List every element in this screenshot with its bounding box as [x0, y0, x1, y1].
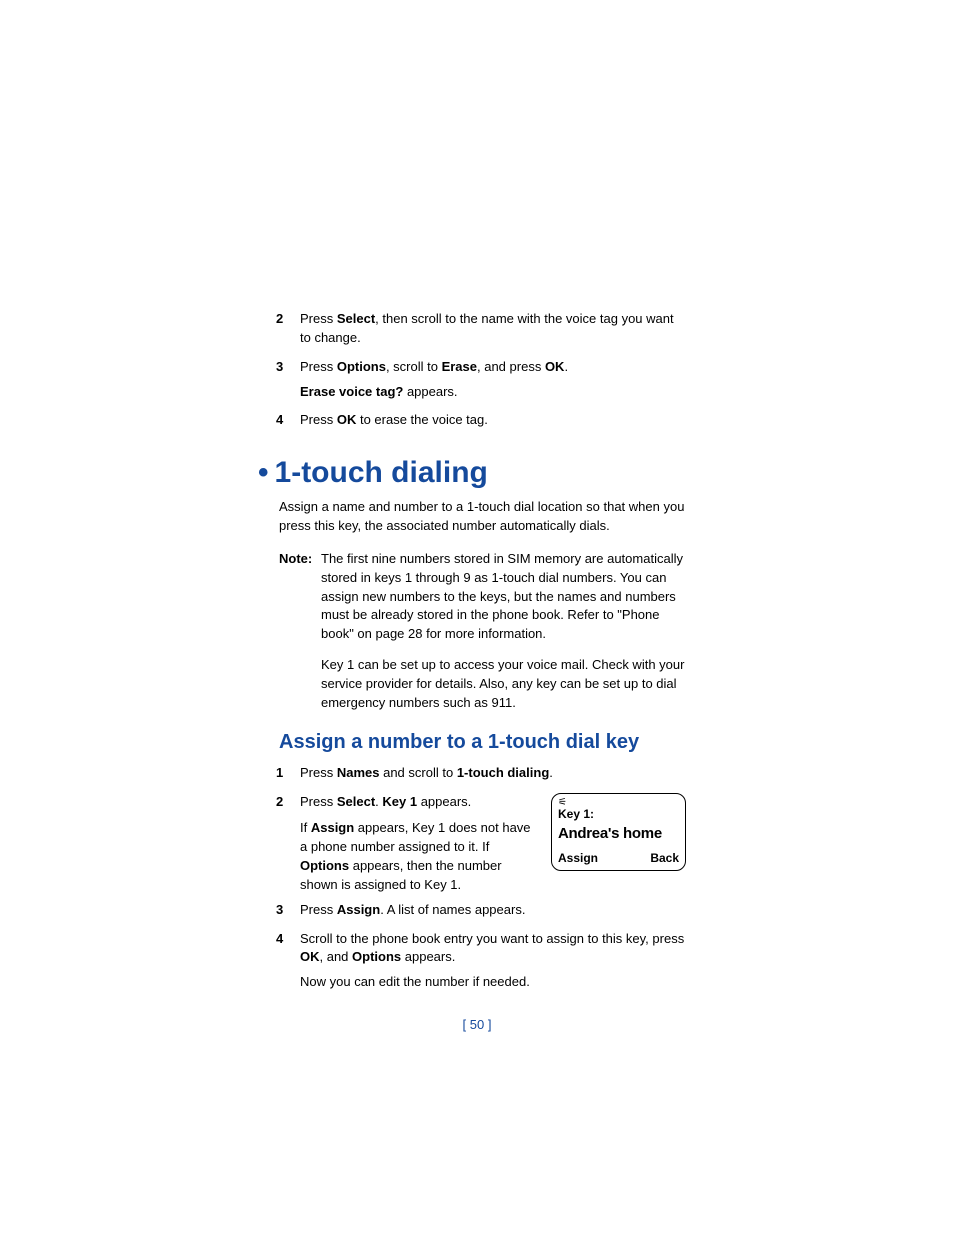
step-2-text: Press Select. Key 1 appears. If Assign a… — [300, 793, 539, 895]
assign-step-4: 4 Scroll to the phone book entry you wan… — [276, 930, 686, 968]
step-number: 2 — [276, 793, 300, 812]
bullet-icon: • — [258, 456, 269, 489]
assign-step-3: 3 Press Assign. A list of names appears. — [276, 901, 686, 920]
phone-softkeys: Assign Back — [558, 850, 679, 867]
softkey-right: Back — [650, 850, 679, 867]
step-text: Press Names and scroll to 1-touch dialin… — [300, 764, 686, 783]
subsection-heading: Assign a number to a 1-touch dial key — [279, 731, 686, 754]
step-2-row: Press Select. Key 1 appears. If Assign a… — [300, 793, 686, 895]
document-page: 2 Press Select, then scroll to the name … — [0, 0, 954, 1235]
section-intro: Assign a name and number to a 1-touch di… — [279, 498, 686, 536]
phone-entry-name: Andrea's home — [558, 823, 679, 845]
section-heading-text: 1-touch dialing — [275, 456, 488, 489]
step-number: 3 — [276, 358, 300, 377]
step-number: 4 — [276, 930, 300, 949]
step-2-line-2: If Assign appears, Key 1 does not have a… — [300, 819, 539, 894]
step-text: Press OK to erase the voice tag. — [300, 411, 686, 430]
step-2-line-1: Press Select. Key 1 appears. — [300, 793, 539, 812]
step-2-erase: 2 Press Select, then scroll to the name … — [276, 310, 686, 348]
step-4-followup: Now you can edit the number if needed. — [300, 973, 686, 992]
note-paragraph-1: The first nine numbers stored in SIM mem… — [321, 550, 686, 644]
content-column: 2 Press Select, then scroll to the name … — [276, 310, 686, 1002]
phone-screen-illustration: ⚟ Key 1: Andrea's home Assign Back — [551, 793, 686, 871]
section-heading: •1-touch dialing — [258, 456, 686, 490]
assign-step-1: 1 Press Names and scroll to 1-touch dial… — [276, 764, 686, 783]
assign-step-2: 2 Press Select. Key 1 appears. If Assign… — [276, 793, 686, 895]
note-block: Note: The first nine numbers stored in S… — [279, 550, 686, 713]
step-3-substep: Erase voice tag? appears. — [300, 383, 686, 402]
step-text: Scroll to the phone book entry you want … — [300, 930, 686, 968]
step-4-erase: 4 Press OK to erase the voice tag. — [276, 411, 686, 430]
step-3-erase: 3 Press Options, scroll to Erase, and pr… — [276, 358, 686, 377]
note-body: The first nine numbers stored in SIM mem… — [321, 550, 686, 713]
step-number: 1 — [276, 764, 300, 783]
step-number: 3 — [276, 901, 300, 920]
step-number: 4 — [276, 411, 300, 430]
note-label: Note: — [279, 550, 321, 569]
step-text: Press Select, then scroll to the name wi… — [300, 310, 686, 348]
phone-key-label: Key 1: — [558, 806, 679, 823]
note-paragraph-2: Key 1 can be set up to access your voice… — [321, 656, 686, 713]
page-number: [ 50 ] — [0, 1017, 954, 1032]
step-text: Press Assign. A list of names appears. — [300, 901, 686, 920]
step-number: 2 — [276, 310, 300, 329]
step-text: Press Options, scroll to Erase, and pres… — [300, 358, 686, 377]
softkey-left: Assign — [558, 850, 598, 867]
